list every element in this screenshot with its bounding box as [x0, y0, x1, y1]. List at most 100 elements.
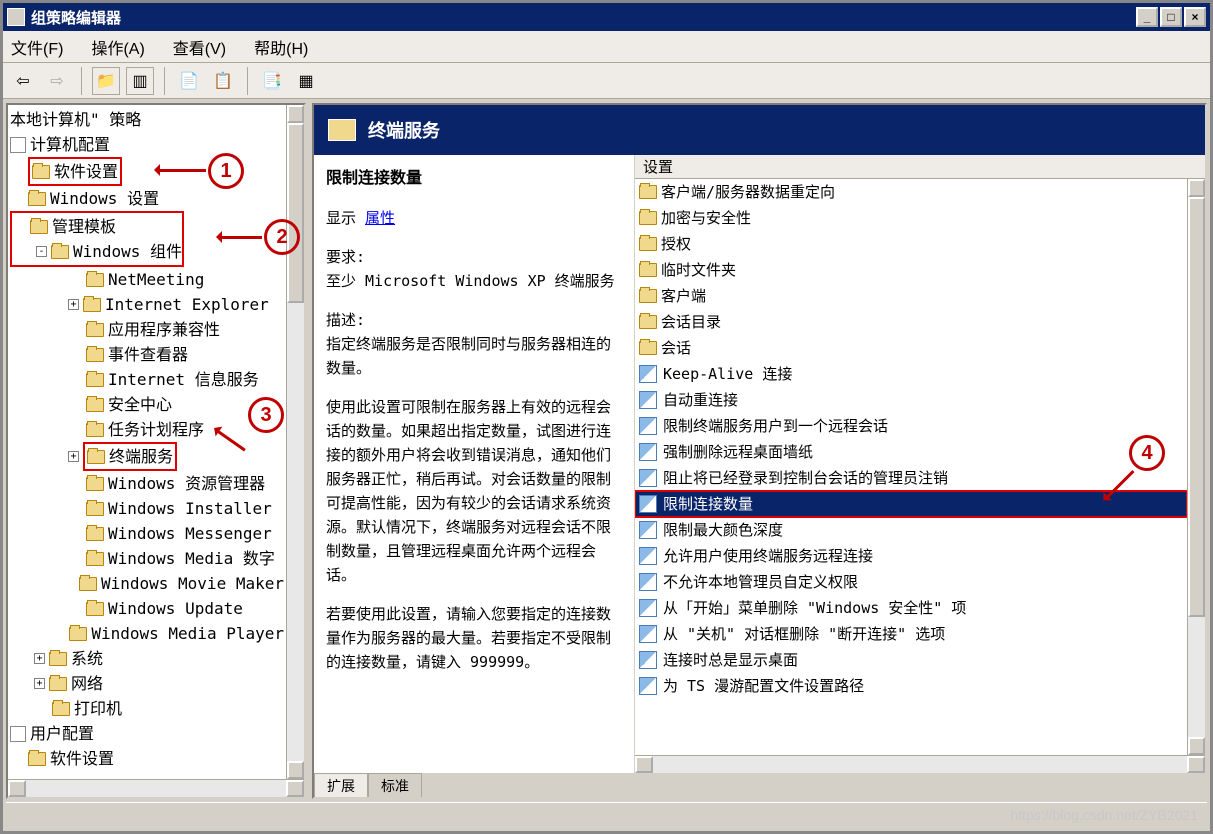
list-item-label: 会话: [661, 337, 691, 359]
policy-icon: [639, 443, 657, 461]
toolbar: ⇦ ⇨ 📁 ▥ 📄 📋 📑 ▦: [3, 63, 1210, 99]
titlebar: 组策略编辑器 _ □ ×: [3, 3, 1210, 31]
tree-admin-templates[interactable]: 管理模板: [12, 214, 182, 239]
list-item-label: 从 "关机" 对话框删除 "断开连接" 选项: [663, 623, 945, 645]
folder-icon: [639, 289, 657, 303]
list-item-label: 为 TS 漫游配置文件设置路径: [663, 675, 864, 697]
menu-action[interactable]: 操作(A): [91, 35, 144, 59]
watermark: https://blog.csdn.net/ZYB2021: [1010, 807, 1198, 823]
list-item[interactable]: 为 TS 漫游配置文件设置路径: [635, 673, 1187, 699]
up-button[interactable]: 📁: [92, 67, 120, 95]
tree-netmeeting[interactable]: NetMeeting: [10, 267, 284, 292]
folder-icon: [639, 315, 657, 329]
export-button[interactable]: 📋: [209, 67, 237, 95]
list-item[interactable]: 客户端: [635, 283, 1187, 309]
maximize-button[interactable]: □: [1160, 7, 1182, 27]
tree-system[interactable]: +系统: [10, 646, 284, 671]
close-button[interactable]: ×: [1184, 7, 1206, 27]
list-item[interactable]: 限制最大颜色深度: [635, 517, 1187, 543]
tree-ie[interactable]: +Internet Explorer: [10, 292, 284, 317]
tree-root[interactable]: 本地计算机" 策略: [10, 107, 284, 132]
forward-button[interactable]: ⇨: [43, 67, 71, 95]
list-item[interactable]: Keep-Alive 连接: [635, 361, 1187, 387]
tab-standard[interactable]: 标准: [368, 773, 422, 797]
folder-icon: [328, 119, 356, 141]
policy-icon: [639, 651, 657, 669]
list-item-label: 会话目录: [661, 311, 721, 333]
policy-icon: [639, 495, 657, 513]
folder-icon: [639, 185, 657, 199]
list-hscrollbar[interactable]: [635, 755, 1205, 773]
annotation-1-arrow: [158, 169, 206, 172]
list-item[interactable]: 会话: [635, 335, 1187, 361]
list-item[interactable]: 强制删除远程桌面墙纸: [635, 439, 1187, 465]
tree-user-software[interactable]: 软件设置: [10, 746, 284, 771]
tree-taskscheduler[interactable]: 任务计划程序: [10, 417, 284, 442]
policy-icon: [639, 365, 657, 383]
list-item-label: Keep-Alive 连接: [663, 363, 792, 385]
tree-windows-settings[interactable]: Windows 设置: [10, 186, 284, 211]
tree-network[interactable]: +网络: [10, 671, 284, 696]
tree-windows-movie-maker[interactable]: Windows Movie Maker: [10, 571, 284, 596]
tree-vscrollbar[interactable]: [286, 105, 304, 779]
tree-securitycenter[interactable]: 安全中心: [10, 392, 284, 417]
list-item-label: 客户端/服务器数据重定向: [661, 181, 835, 203]
menu-view[interactable]: 查看(V): [173, 35, 226, 59]
list-item-label: 加密与安全性: [661, 207, 751, 229]
list-item[interactable]: 加密与安全性: [635, 205, 1187, 231]
tree-windows-media-digital[interactable]: Windows Media 数字: [10, 546, 284, 571]
description-pane: 限制连接数量 显示 属性 要求: 至少 Microsoft Windows XP…: [314, 155, 634, 773]
back-button[interactable]: ⇦: [9, 67, 37, 95]
policy-icon: [639, 417, 657, 435]
tree-windows-media-player[interactable]: Windows Media Player: [10, 621, 284, 646]
tree-windows-messenger[interactable]: Windows Messenger: [10, 521, 284, 546]
app-icon: [7, 8, 25, 26]
tree-scroll[interactable]: 本地计算机" 策略 计算机配置 软件设置 Windows 设置 管理模板 -Wi…: [8, 105, 286, 779]
list-column-header[interactable]: 设置: [635, 155, 1205, 179]
properties-button[interactable]: 📄: [175, 67, 203, 95]
tree-computer-config[interactable]: 计算机配置: [10, 132, 284, 157]
list-item[interactable]: 自动重连接: [635, 387, 1187, 413]
list-item[interactable]: 客户端/服务器数据重定向: [635, 179, 1187, 205]
tree-eventviewer[interactable]: 事件查看器: [10, 342, 284, 367]
properties-link[interactable]: 属性: [365, 209, 395, 227]
tree-user-config[interactable]: 用户配置: [10, 721, 284, 746]
showhide-tree-button[interactable]: ▥: [126, 67, 154, 95]
list-scroll[interactable]: 客户端/服务器数据重定向加密与安全性授权临时文件夹客户端会话目录会话 Keep-A…: [635, 179, 1187, 755]
list-item-label: 授权: [661, 233, 691, 255]
tab-extended[interactable]: 扩展: [314, 773, 368, 797]
tree-appcompat[interactable]: 应用程序兼容性: [10, 317, 284, 342]
list-item[interactable]: 允许用户使用终端服务远程连接: [635, 543, 1187, 569]
list-item[interactable]: 会话目录: [635, 309, 1187, 335]
tree-windows-components[interactable]: -Windows 组件: [12, 239, 182, 264]
list-item[interactable]: 限制终端服务用户到一个远程会话: [635, 413, 1187, 439]
tree-windows-rm[interactable]: Windows 资源管理器: [10, 471, 284, 496]
menubar: 文件(F) 操作(A) 查看(V) 帮助(H): [3, 31, 1210, 63]
minimize-button[interactable]: _: [1136, 7, 1158, 27]
tree-hscrollbar[interactable]: [8, 779, 304, 797]
list-item[interactable]: 连接时总是显示桌面: [635, 647, 1187, 673]
menu-file[interactable]: 文件(F): [11, 35, 63, 59]
tree-windows-installer[interactable]: Windows Installer: [10, 496, 284, 521]
tree-windows-update[interactable]: Windows Update: [10, 596, 284, 621]
list-item[interactable]: 不允许本地管理员自定义权限: [635, 569, 1187, 595]
policy-icon: [639, 599, 657, 617]
refresh-button[interactable]: 📑: [258, 67, 286, 95]
list-item[interactable]: 阻止将已经登录到控制台会话的管理员注销: [635, 465, 1187, 491]
list-item[interactable]: 授权: [635, 231, 1187, 257]
folder-icon: [639, 237, 657, 251]
menu-help[interactable]: 帮助(H): [254, 35, 308, 59]
folder-icon: [639, 211, 657, 225]
policy-icon: [639, 469, 657, 487]
tree-printers[interactable]: 打印机: [10, 696, 284, 721]
list-item[interactable]: 从 "关机" 对话框删除 "断开连接" 选项: [635, 621, 1187, 647]
right-tabs: 扩展 标准: [314, 773, 1205, 797]
filter-button[interactable]: ▦: [292, 67, 320, 95]
policy-icon: [639, 677, 657, 695]
list-item[interactable]: 临时文件夹: [635, 257, 1187, 283]
list-vscrollbar[interactable]: [1187, 179, 1205, 755]
tree-software-settings[interactable]: 软件设置: [10, 157, 284, 186]
tree-pane: 本地计算机" 策略 计算机配置 软件设置 Windows 设置 管理模板 -Wi…: [6, 103, 306, 799]
list-item[interactable]: 从「开始」菜单删除 "Windows 安全性" 项: [635, 595, 1187, 621]
tree-iis[interactable]: Internet 信息服务: [10, 367, 284, 392]
